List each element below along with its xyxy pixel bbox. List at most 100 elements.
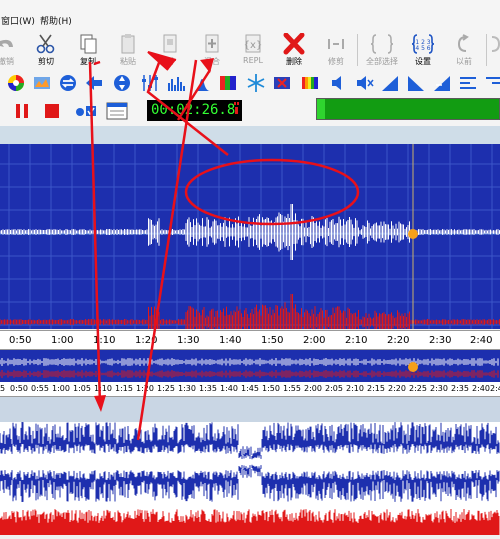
trim-button[interactable]: 修剪 <box>316 30 356 70</box>
noise-remove-icon[interactable] <box>272 73 292 93</box>
color-bars-icon[interactable] <box>300 73 320 93</box>
overview-tick: 1:35 <box>199 384 217 393</box>
ruler-tick: 1:10 <box>93 335 116 346</box>
ruler-tick: 1:00 <box>51 335 74 346</box>
ruler-tick: 0:50 <box>9 335 32 346</box>
undo-icon <box>0 39 13 47</box>
amplify-icon[interactable] <box>432 73 452 93</box>
toolbar-separator <box>357 34 358 66</box>
full-waveform[interactable] <box>0 422 500 535</box>
menu-help[interactable]: 帮助(H) <box>40 14 72 27</box>
window-view-icon[interactable] <box>106 101 128 121</box>
overview-tick: 2:15 <box>367 384 385 393</box>
svg-text:4 5 6: 4 5 6 <box>415 45 430 52</box>
overview-ruler[interactable]: 5 0:50 0:55 1:00 1:05 1:10 1:15 1:20 1:2… <box>0 382 500 397</box>
main-waveform[interactable] <box>0 144 500 350</box>
cut-button[interactable]: 剪切 <box>26 30 66 70</box>
overview-tick: 1:15 <box>115 384 133 393</box>
overview-tick: 1:40 <box>220 384 238 393</box>
snowflake-icon[interactable] <box>246 73 266 93</box>
ruler-tick: 2:00 <box>303 335 326 346</box>
waveform-channel-right <box>0 294 500 350</box>
trim-icon <box>328 39 344 49</box>
spectrum-bars-icon[interactable] <box>166 73 186 93</box>
speaker-icon[interactable] <box>328 73 348 93</box>
overview-tick: 2:40 <box>472 384 490 393</box>
align-right-icon[interactable] <box>484 73 500 93</box>
overview-tick: 1:20 <box>136 384 154 393</box>
copy-button[interactable]: 复制 <box>68 30 108 70</box>
overview-waveform[interactable] <box>0 350 500 385</box>
pause-icon[interactable] <box>12 101 32 121</box>
fade-out-icon[interactable] <box>406 73 426 93</box>
main-waveform-panel[interactable] <box>0 144 500 350</box>
volume-mute-icon[interactable] <box>354 73 374 93</box>
time-display: 00:02:26.8 <box>147 100 242 121</box>
replace-button[interactable]: {x} REPL <box>233 30 273 70</box>
color-gradient-icon[interactable] <box>218 73 238 93</box>
ruler-tick: 2:20 <box>387 335 410 346</box>
spectrum-icon[interactable] <box>32 73 52 93</box>
track-header-area <box>0 126 500 144</box>
paste-button[interactable]: 粘贴 <box>108 30 148 70</box>
waveform-peak-icon[interactable] <box>192 73 212 93</box>
full-waveform-panel[interactable] <box>0 422 500 535</box>
overview-tick: 1:50 <box>262 384 280 393</box>
main-toolbar: 撤销 剪切 复制 粘贴 新 混合 {x} REPL 删除 修剪 全部选择 1 2… <box>0 30 500 71</box>
equalizer-sliders-icon[interactable] <box>140 73 160 93</box>
new-button[interactable]: 新 <box>150 30 190 70</box>
previous-icon <box>457 34 469 52</box>
new-icon <box>163 34 177 53</box>
arrows-vertical-icon[interactable] <box>112 73 132 93</box>
settings-button[interactable]: 1 2 34 5 6 设置 <box>403 30 443 70</box>
overview-playhead-marker[interactable] <box>408 362 418 372</box>
menu-window[interactable]: 窗口(W) <box>1 14 35 27</box>
select-all-button[interactable]: 全部选择 <box>362 30 402 70</box>
overview-waveform-panel[interactable] <box>0 350 500 385</box>
overview-tick: 2:00 <box>304 384 322 393</box>
overview-tick: 2:05 <box>325 384 343 393</box>
stop-icon[interactable] <box>42 101 62 121</box>
ruler-tick: 2:40 <box>470 335 493 346</box>
waveform-channel-left <box>0 204 500 260</box>
mix-icon <box>205 34 219 53</box>
overview-tick: 1:25 <box>157 384 175 393</box>
overview-tick: 2:30 <box>430 384 448 393</box>
level-meter <box>316 98 500 120</box>
fade-in-icon[interactable] <box>380 73 400 93</box>
color-wheel-icon[interactable] <box>6 73 26 93</box>
overview-tick: 2:10 <box>346 384 364 393</box>
ruler-tick: 1:20 <box>135 335 158 346</box>
ruler-tick: 1:50 <box>261 335 284 346</box>
mix-button[interactable]: 混合 <box>192 30 232 70</box>
overview-tick: 0:55 <box>31 384 49 393</box>
overview-tick: 5 <box>0 384 6 393</box>
timeline-ruler[interactable]: 0:50 1:00 1:10 1:20 1:30 1:40 1:50 2:00 … <box>0 330 500 350</box>
overview-tick: 1:00 <box>52 384 70 393</box>
svg-text:{x}: {x} <box>244 40 263 51</box>
loop-arrows-icon[interactable] <box>58 73 78 93</box>
panel-separator <box>0 397 500 422</box>
align-left-icon[interactable] <box>458 73 478 93</box>
arrow-left-icon[interactable] <box>84 73 104 93</box>
overview-waveform-trace <box>0 358 499 378</box>
scissors-icon <box>36 34 55 54</box>
undo-button[interactable]: 撤销 <box>0 30 26 70</box>
menu-bar: 窗口(W) 帮助(H) <box>0 0 500 31</box>
overview-tick: 1:05 <box>73 384 91 393</box>
ruler-tick: 1:30 <box>177 335 200 346</box>
overview-tick: 2:45 <box>490 384 500 393</box>
effects-toolbar <box>0 70 500 98</box>
record-check-icon[interactable] <box>74 101 98 121</box>
overview-tick: 1:30 <box>178 384 196 393</box>
overview-tick: 1:10 <box>94 384 112 393</box>
toolbar-overflow-icon <box>491 36 500 52</box>
overview-tick: 2:35 <box>451 384 469 393</box>
select-all-icon <box>370 34 394 54</box>
previous-button[interactable]: 以前 <box>444 30 484 70</box>
playhead-marker[interactable] <box>408 229 418 239</box>
delete-button[interactable]: 删除 <box>274 30 314 70</box>
toolbar-overflow-button[interactable] <box>489 30 500 70</box>
paste-icon <box>121 34 135 54</box>
copy-icon <box>80 34 97 54</box>
